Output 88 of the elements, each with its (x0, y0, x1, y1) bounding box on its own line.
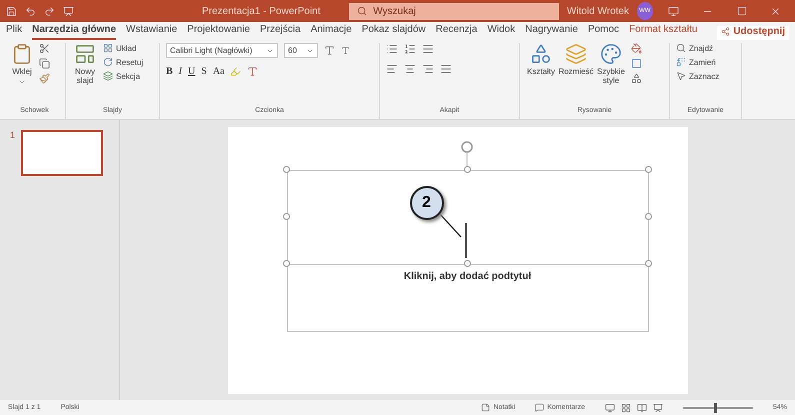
caret-icon (18, 78, 26, 86)
line-spacing-icon[interactable] (422, 43, 434, 55)
save-icon[interactable] (6, 6, 17, 16)
undo-icon[interactable] (25, 6, 36, 16)
numbering-icon[interactable] (404, 43, 416, 55)
format-painter-icon[interactable] (39, 73, 50, 84)
slide-number: 1 (10, 130, 16, 140)
comment-icon (535, 403, 544, 412)
close-icon[interactable] (770, 6, 782, 16)
change-case-button[interactable]: Aa (212, 66, 224, 77)
subtitle-placeholder-text: Kliknij, aby dodać podtytuł (404, 270, 532, 284)
slide-layout-icon (74, 43, 96, 65)
align-center-icon[interactable] (404, 63, 416, 75)
layers-icon (565, 43, 587, 65)
resize-handle[interactable] (464, 260, 470, 266)
style-button[interactable]: S (201, 66, 207, 77)
new-slide-button[interactable]: Nowy slajd (72, 43, 98, 107)
resize-handle[interactable] (644, 212, 652, 220)
select-button[interactable]: Zaznacz (676, 71, 720, 81)
palette-icon (600, 43, 622, 65)
presentation-icon[interactable] (63, 6, 74, 16)
shapes-icon (530, 43, 552, 65)
clipboard-icon (11, 43, 33, 65)
ribbon-tab[interactable]: Animacje (310, 24, 352, 40)
ribbon-tab[interactable]: Widok (487, 24, 516, 40)
resize-handle[interactable] (282, 212, 290, 220)
normal-view-icon[interactable] (604, 402, 615, 412)
slideshow-icon[interactable] (652, 402, 663, 412)
font-name-field[interactable]: Calibri Light (Nagłówki) (166, 43, 278, 58)
replace-button[interactable]: Zamień (676, 57, 720, 67)
user-name: Witold Wrotek (566, 6, 629, 16)
callout-number: 2 (410, 186, 444, 220)
font-size-field[interactable]: 60 (284, 43, 318, 58)
redo-icon[interactable] (44, 6, 55, 16)
cut-icon[interactable] (39, 43, 50, 54)
ribbon-tab[interactable]: Przejścia (260, 24, 301, 40)
style-button[interactable]: U (188, 66, 196, 77)
shapes-button[interactable]: Kształty (526, 43, 556, 107)
zoom-thumb[interactable] (714, 402, 718, 412)
pointer-icon (676, 71, 686, 81)
justify-icon[interactable] (440, 63, 452, 75)
share-button[interactable]: Udostępnij (717, 26, 789, 40)
arrange-button[interactable]: Rozmieść (561, 43, 591, 107)
reset-icon (103, 57, 113, 67)
ribbon-tab[interactable]: Recenzja (436, 24, 478, 40)
reading-view-icon[interactable] (636, 402, 647, 412)
style-button[interactable]: B (166, 66, 173, 77)
slide-thumbnail[interactable] (21, 130, 104, 176)
search-icon (357, 6, 368, 16)
sorter-view-icon[interactable] (620, 402, 631, 412)
ribbon-display-icon[interactable] (668, 6, 680, 16)
font-color-icon[interactable] (247, 66, 258, 77)
ribbon-tab[interactable]: Projektowanie (187, 24, 250, 40)
resize-handle[interactable] (644, 260, 652, 266)
note-icon (481, 403, 490, 412)
reset-button[interactable]: Resetuj (103, 57, 144, 67)
resize-handle[interactable] (644, 166, 652, 172)
share-icon (721, 27, 730, 36)
align-right-icon[interactable] (422, 63, 434, 75)
outline-icon[interactable] (631, 58, 642, 69)
effects-icon[interactable] (631, 73, 642, 84)
grid-icon (103, 43, 113, 53)
ribbon-tab[interactable]: Nagrywanie (525, 24, 578, 40)
search-field[interactable]: Wyszukaj (349, 2, 559, 20)
ribbon-tab[interactable]: Plik (6, 24, 22, 40)
ribbon-tab[interactable]: Format kształtu (629, 24, 698, 40)
grow-font-icon[interactable] (324, 45, 335, 56)
resize-handle[interactable] (464, 166, 470, 172)
find-button[interactable]: Znajdź (676, 43, 720, 53)
style-button[interactable]: I (178, 66, 182, 77)
window-title: Prezentacja1 - PowerPoint (202, 6, 322, 16)
layers-icon (103, 71, 113, 81)
shrink-font-icon[interactable] (341, 46, 350, 55)
maximize-icon[interactable] (736, 6, 747, 16)
resize-handle[interactable] (282, 166, 290, 172)
resize-handle[interactable] (282, 260, 290, 266)
layout-button[interactable]: Układ (103, 43, 144, 53)
subtitle-placeholder[interactable]: Kliknij, aby dodać podtytuł (286, 264, 648, 332)
align-left-icon[interactable] (386, 63, 398, 75)
fill-icon[interactable] (631, 43, 642, 54)
section-button[interactable]: Sekcja (103, 71, 144, 81)
ribbon-tab[interactable]: Wstawianie (126, 24, 178, 40)
quick-styles-button[interactable]: Szybkie style (596, 43, 626, 107)
search-icon (676, 43, 686, 53)
paste-button[interactable]: Wklej (10, 43, 34, 107)
copy-icon[interactable] (39, 58, 50, 69)
ribbon-tab[interactable]: Pomoc (588, 24, 620, 40)
ribbon-tab[interactable]: Pokaz slajdów (362, 24, 426, 40)
